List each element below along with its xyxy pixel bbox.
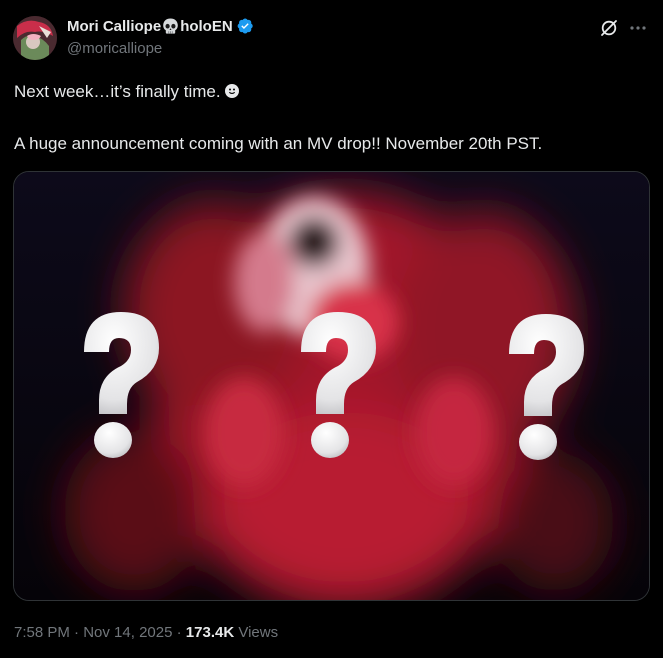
post-text-line-1-text: Next week…it’s finally time. bbox=[14, 82, 221, 101]
skull-icon bbox=[161, 17, 180, 36]
meta-separator: · bbox=[74, 624, 80, 641]
views-count: 173.4K bbox=[185, 624, 235, 641]
post-media-image[interactable] bbox=[13, 171, 650, 601]
post-text-line-2: A huge announcement coming with an MV dr… bbox=[14, 134, 543, 153]
post-text-line-1: Next week…it’s finally time. bbox=[14, 80, 649, 104]
author-handle[interactable]: @moricalliope bbox=[67, 40, 162, 57]
display-name-suffix[interactable]: holoEN bbox=[180, 18, 233, 35]
avatar[interactable] bbox=[13, 16, 57, 60]
display-name[interactable]: Mori Calliope bbox=[67, 18, 161, 35]
meta-separator: · bbox=[176, 624, 182, 641]
post-date[interactable]: Nov 14, 2025 bbox=[83, 624, 172, 641]
more-horizontal-icon[interactable] bbox=[627, 18, 649, 38]
post: Mori Calliope holoEN @moricalliope Next … bbox=[0, 0, 663, 658]
smiley-icon bbox=[224, 84, 239, 98]
post-metadata: 7:58 PM · Nov 14, 2025 · 173.4K Views bbox=[14, 624, 278, 641]
display-name-row[interactable]: Mori Calliope holoEN bbox=[67, 16, 254, 36]
avatar-image bbox=[13, 16, 57, 60]
post-time[interactable]: 7:58 PM bbox=[14, 624, 70, 641]
views-label: Views bbox=[238, 624, 279, 641]
post-text: Next week…it’s finally time. A huge anno… bbox=[14, 80, 649, 156]
grok-icon[interactable] bbox=[599, 18, 619, 38]
announcement-image bbox=[14, 172, 649, 600]
verified-badge-icon[interactable] bbox=[236, 17, 254, 35]
